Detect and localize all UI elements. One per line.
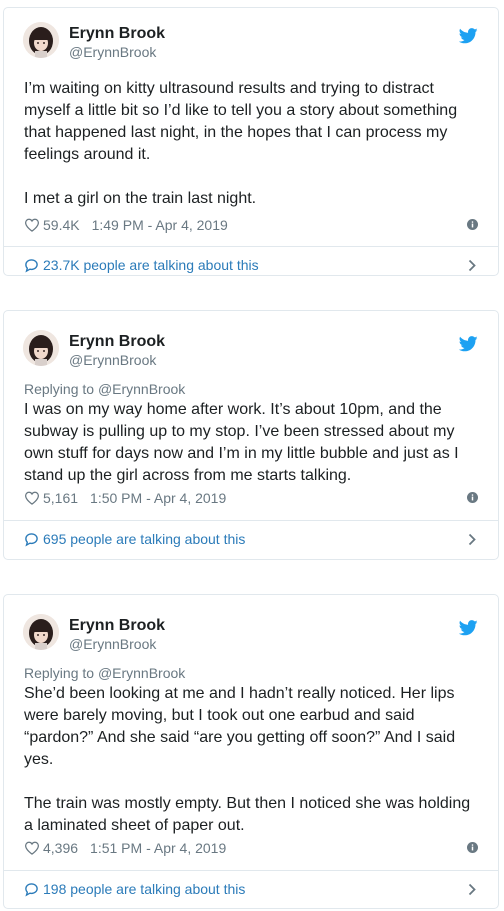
- heart-icon[interactable]: [24, 841, 40, 856]
- like-count[interactable]: 59.4K: [43, 217, 80, 233]
- info-icon[interactable]: [467, 492, 478, 503]
- chat-bubble-icon: [25, 258, 38, 273]
- chevron-right-icon[interactable]: [468, 883, 476, 896]
- conversation-link[interactable]: 695 people are talking about this: [4, 521, 498, 557]
- avatar[interactable]: [23, 614, 59, 650]
- chevron-right-icon[interactable]: [468, 533, 476, 546]
- twitter-bird-icon[interactable]: [459, 620, 478, 636]
- info-icon[interactable]: [467, 219, 478, 230]
- heart-icon[interactable]: [24, 491, 40, 506]
- talking-count[interactable]: 23.7K people are talking about this: [43, 257, 259, 273]
- tweet-text: She’d been looking at me and I hadn’t re…: [24, 685, 471, 834]
- tweet-meta: 59.4K 1:49 PM - Apr 4, 2019: [24, 214, 478, 236]
- author-handle[interactable]: @ErynnBrook: [69, 352, 165, 369]
- timestamp[interactable]: 1:51 PM - Apr 4, 2019: [90, 840, 226, 856]
- avatar[interactable]: [23, 330, 59, 366]
- replying-to-handle[interactable]: @ErynnBrook: [98, 665, 185, 681]
- tweet-card: Erynn Brook @ErynnBrook I’m waiting on k…: [3, 7, 499, 276]
- heart-icon[interactable]: [24, 218, 40, 233]
- replying-to-label: Replying to: [24, 665, 98, 681]
- replying-to: Replying to @ErynnBrook: [24, 380, 478, 398]
- talking-count[interactable]: 198 people are talking about this: [43, 881, 245, 897]
- tweet-header: Erynn Brook @ErynnBrook: [4, 330, 498, 370]
- replying-to-label: Replying to: [24, 381, 98, 397]
- conversation-link[interactable]: 198 people are talking about this: [4, 871, 498, 907]
- info-icon[interactable]: [467, 842, 478, 853]
- talking-count[interactable]: 695 people are talking about this: [43, 531, 245, 547]
- chat-bubble-icon: [25, 882, 38, 897]
- chat-bubble-icon: [25, 532, 38, 547]
- author-name[interactable]: Erynn Brook: [69, 24, 165, 44]
- timestamp[interactable]: 1:50 PM - Apr 4, 2019: [90, 490, 226, 506]
- conversation-link[interactable]: 23.7K people are talking about this: [4, 247, 498, 283]
- twitter-bird-icon[interactable]: [459, 336, 478, 352]
- tweet-text: I was on my way home after work. It’s ab…: [24, 401, 464, 484]
- replying-to-handle[interactable]: @ErynnBrook: [98, 381, 185, 397]
- author-name[interactable]: Erynn Brook: [69, 616, 165, 636]
- tweet-header: Erynn Brook @ErynnBrook: [4, 22, 498, 62]
- tweet-meta: 4,396 1:51 PM - Apr 4, 2019: [24, 837, 478, 859]
- author-handle[interactable]: @ErynnBrook: [69, 636, 165, 653]
- chevron-right-icon[interactable]: [468, 259, 476, 272]
- like-count[interactable]: 4,396: [43, 840, 78, 856]
- like-count[interactable]: 5,161: [43, 490, 78, 506]
- tweet-card: Erynn Brook @ErynnBrook Replying to @Ery…: [3, 310, 499, 560]
- tweet-text: I’m waiting on kitty ultrasound results …: [24, 80, 458, 207]
- author-handle[interactable]: @ErynnBrook: [69, 44, 165, 61]
- timestamp[interactable]: 1:49 PM - Apr 4, 2019: [92, 217, 228, 233]
- tweet-card: Erynn Brook @ErynnBrook Replying to @Ery…: [3, 594, 499, 909]
- avatar[interactable]: [23, 22, 59, 58]
- replying-to: Replying to @ErynnBrook: [24, 664, 478, 682]
- author-name[interactable]: Erynn Brook: [69, 332, 165, 352]
- tweet-header: Erynn Brook @ErynnBrook: [4, 614, 498, 654]
- twitter-bird-icon[interactable]: [459, 28, 478, 44]
- tweet-meta: 5,161 1:50 PM - Apr 4, 2019: [24, 487, 478, 509]
